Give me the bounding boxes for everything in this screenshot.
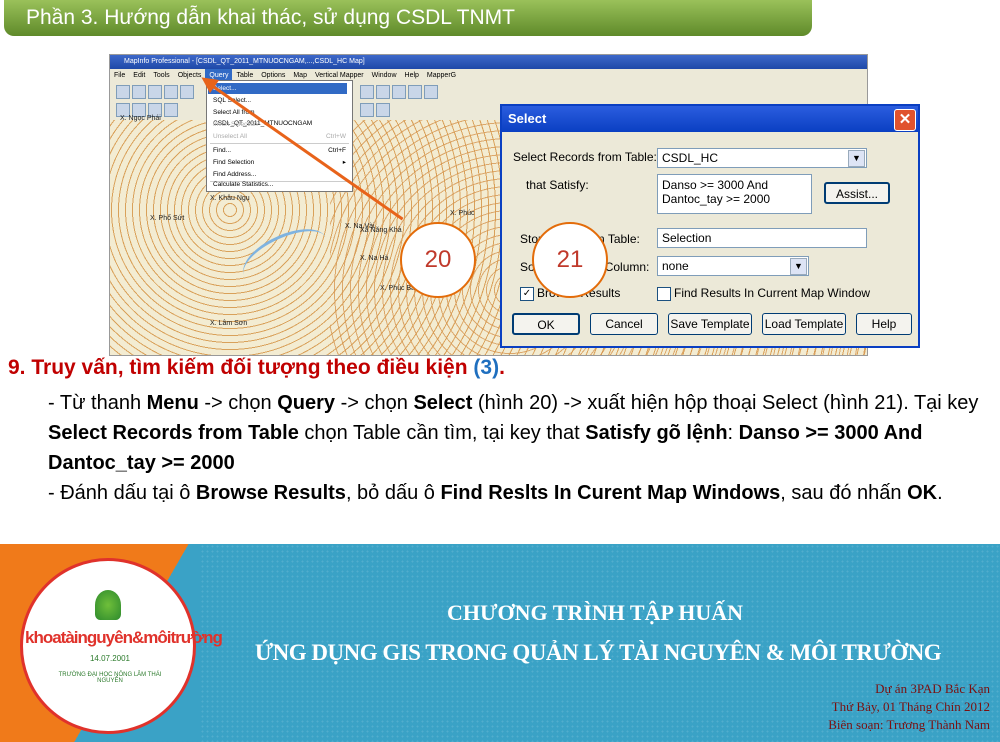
query-menu-calc-stats[interactable]: Calculate Statistics... — [213, 179, 347, 189]
zoom-out-icon[interactable] — [392, 85, 406, 99]
ruler-icon[interactable] — [360, 103, 374, 117]
menu-window[interactable]: Window — [368, 69, 401, 82]
open-icon[interactable] — [132, 85, 146, 99]
save-template-button[interactable]: Save Template — [668, 313, 752, 335]
label-icon[interactable] — [376, 103, 390, 117]
menu-help[interactable]: Help — [401, 69, 423, 82]
menu-file[interactable]: File — [110, 69, 129, 82]
footer-date: Thứ Bảy, 01 Tháng Chín 2012 — [831, 699, 990, 714]
menu-tools[interactable]: Tools — [149, 69, 173, 82]
query-menu-invert[interactable]: Invert Selection — [213, 119, 347, 130]
assist-button[interactable]: Assist... — [824, 182, 890, 204]
expression-line-2: Dantoc_tay >= 2000 — [662, 192, 771, 206]
menu-mapperg[interactable]: MapperG — [423, 69, 460, 82]
instruction-paragraph-2: - Đánh dấu tại ô Browse Results, bỏ dấu … — [48, 482, 943, 504]
instruction-paragraph-1: - Từ thanh Menu -> chọn Query -> chọn Se… — [48, 392, 979, 474]
expression-line-1: Danso >= 3000 And — [662, 178, 769, 192]
new-icon[interactable] — [116, 85, 130, 99]
footer-project: Dự án 3PAD Bắc Kạn — [875, 681, 990, 696]
cut-icon[interactable] — [180, 85, 194, 99]
map-label: X. Phổ Sứt — [150, 215, 185, 222]
print-icon[interactable] — [164, 85, 178, 99]
logo-subtitle: TRƯỜNG ĐẠI HỌC NÔNG LÂM THÁI NGUYÊN — [58, 672, 162, 684]
select-records-label: Select Records from Table: — [513, 150, 657, 164]
query-menu-find[interactable]: Find... — [213, 145, 347, 156]
menu-edit[interactable]: Edit — [129, 69, 149, 82]
footer-title-2: ỨNG DỤNG GIS TRONG QUẢN LÝ TÀI NGUYÊN & … — [254, 640, 942, 665]
query-menu-select-all[interactable]: Select All from CSDL_QT_2011_MTNUOCNGAM — [213, 107, 347, 127]
layer-control-icon[interactable] — [360, 85, 374, 99]
info-icon[interactable] — [424, 85, 438, 99]
expression-field[interactable]: Danso >= 3000 And Dantoc_tay >= 2000 — [657, 174, 812, 214]
help-button[interactable]: Help — [856, 313, 912, 335]
map-label: X. Phúc — [450, 210, 475, 217]
footer-title-1: CHƯƠNG TRÌNH TẬP HUẤN — [446, 600, 743, 625]
footer-author: Biên soạn: Trương Thành Nam — [828, 717, 990, 732]
save-icon[interactable] — [148, 85, 162, 99]
logo-date: 14.07.2001 — [89, 654, 131, 663]
table-combo[interactable]: CSDL_HC ▼ — [657, 148, 867, 168]
unselect-shortcut: Ctrl+W — [325, 133, 346, 140]
submenu-arrow-icon: ▸ — [342, 159, 346, 166]
find-in-map-checkbox[interactable] — [657, 287, 671, 301]
logo-text: khoatàinguyên&môitrường — [25, 628, 223, 647]
heading-text: 9. Truy vấn, tìm kiếm đối tượng theo điề… — [8, 356, 474, 379]
map-label: X. Na Hà — [360, 255, 389, 262]
close-icon[interactable]: ✕ — [894, 109, 916, 131]
callout-20: 20 — [400, 222, 476, 298]
ok-button[interactable]: OK — [512, 313, 580, 335]
that-satisfy-label: that Satisfy: — [526, 178, 589, 192]
sort-combo[interactable]: none ▼ — [657, 256, 809, 276]
cancel-button[interactable]: Cancel — [590, 313, 658, 335]
pan-icon[interactable] — [408, 85, 422, 99]
chevron-down-icon[interactable]: ▼ — [848, 150, 865, 167]
dialog-title: Select — [502, 106, 918, 132]
callout-21: 21 — [532, 222, 608, 298]
store-results-field[interactable]: Selection — [657, 228, 867, 248]
browse-results-checkbox[interactable]: ✓ — [520, 287, 534, 301]
map-label: X. Ngọc Phái — [120, 115, 161, 122]
map-label: X. Khâu Ngụ — [210, 195, 250, 202]
heading-dot: . — [499, 356, 505, 379]
app-titlebar: MapInfo Professional - [CSDL_QT_2011_MTN… — [110, 55, 867, 69]
heading-number: (3) — [473, 356, 500, 379]
zoom-in-icon[interactable] — [376, 85, 390, 99]
load-template-button[interactable]: Load Template — [762, 313, 846, 335]
query-menu-select[interactable]: Select... — [208, 83, 347, 94]
table-value: CSDL_HC — [662, 151, 719, 165]
chevron-down-icon[interactable]: ▼ — [790, 258, 807, 275]
section-heading: 9. Truy vấn, tìm kiếm đối tượng theo điề… — [8, 356, 505, 380]
menu-separator — [210, 143, 349, 144]
polygon-select-icon[interactable] — [164, 103, 178, 117]
map-label: X. Na Vài — [345, 223, 375, 230]
section-header: Phần 3. Hướng dẫn khai thác, sử dụng CSD… — [4, 0, 812, 36]
find-shortcut: Ctrl+F — [328, 147, 346, 154]
find-in-map-label: Find Results In Current Map Window — [674, 286, 871, 300]
map-label: X. Lâm Sơn — [210, 320, 248, 327]
tree-icon — [95, 590, 121, 620]
sort-value: none — [662, 259, 689, 273]
